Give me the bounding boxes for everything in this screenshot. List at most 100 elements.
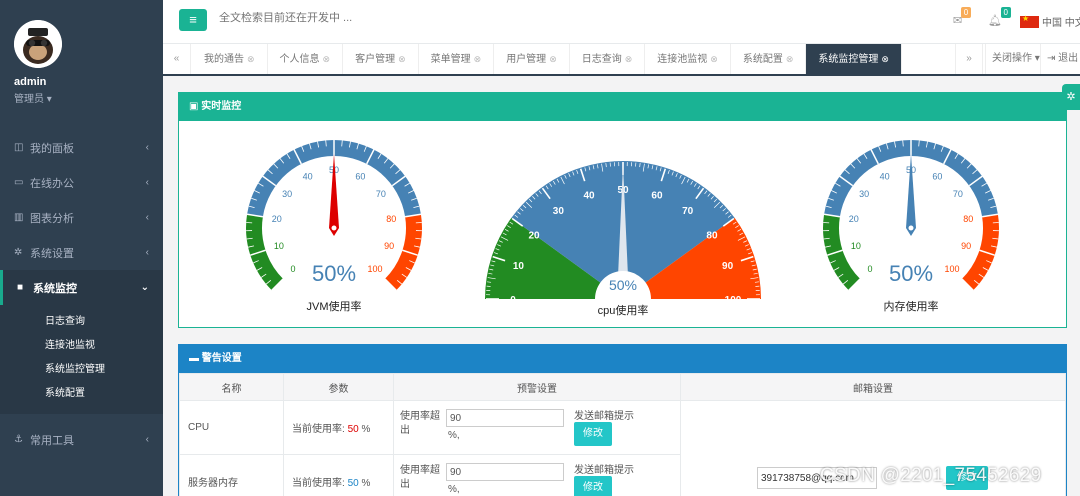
chevron-left-icon: ‹ [145,177,149,188]
avatar[interactable] [14,20,62,68]
close-tab-icon[interactable]: ⊗ [625,54,633,64]
gauge-value-text: 50% [312,261,356,286]
sidebar-item-monitor[interactable]: ■ 系统监控 ⌄ [0,270,163,305]
close-tab-icon[interactable]: ⊗ [474,54,482,64]
tab-list: 我的通告 ⊗ 个人信息 ⊗ 客户管理 ⊗ 菜单管理 ⊗ 用户管理 ⊗ 日志查询 ⊗ 连接池监… [192,44,902,74]
warn-label: 使用率超出 [400,465,440,490]
chevron-down-icon: ⌄ [140,282,149,293]
rss-icon: ▣ [189,101,199,112]
gauge-scale-label: 40 [303,171,313,181]
row-warning: 使用率超出 %, 发送邮箱提示 修改 [393,454,681,496]
usage-unit: % [361,478,371,489]
tab-config[interactable]: 系统配置 ⊗ [731,44,807,74]
table-row: CPU 当前使用率: 50 % 使用率超出 %, 发送邮箱提示 修改 [179,400,1066,496]
tab-profile[interactable]: 个人信息 ⊗ [268,44,344,74]
tab-label: 连接池监视 [657,54,708,65]
close-tab-icon[interactable]: ⊗ [247,54,255,64]
warn-percent: %, [448,484,460,495]
menu-toggle-button[interactable]: ≡ [179,9,207,31]
gauge-scale-label: 80 [706,230,718,241]
gauge-tick [605,163,607,168]
sidebar-subitem-config[interactable]: 系统配置 [0,382,163,406]
sidebar-item-tools[interactable]: ⚓ 常用工具 ‹ [0,422,163,457]
sidebar-item-settings[interactable]: ✲ 系统设置 ‹ [0,235,163,270]
sidebar-subitem-log[interactable]: 日志查询 [0,310,163,334]
gear-icon: ✲ [14,247,23,258]
sidebar-subitem-monitor-admin[interactable]: 系统监控管理 [0,358,163,382]
gauge-scale-label: 20 [849,214,859,224]
gauge-label: 内存使用率 [884,299,939,313]
edit-threshold-button[interactable]: 修改 [574,476,612,496]
gauge-scale-label: 70 [953,189,963,199]
columns-icon: ◫ [14,142,24,153]
china-flag-icon [1020,14,1039,28]
double-chevron-left-icon: « [173,53,180,64]
gauge-band-high [961,214,999,291]
row-param: 当前使用率: 50 % [283,400,394,455]
close-tab-icon[interactable]: ⊗ [323,54,331,64]
close-tab-icon[interactable]: ⊗ [881,54,889,64]
language-selector[interactable]: 中国 中文 [1020,14,1080,29]
top-bar: ≡ ✉ 0 🔔︎ 0 中国 中文 [163,0,1080,44]
tab-monitor-admin[interactable]: 系统监控管理 ⊗ [806,44,902,74]
gauge-label: cpu使用率 [598,303,649,317]
gauge-scale-label: 40 [583,190,595,201]
close-tab-icon[interactable]: ⊗ [786,54,794,64]
user-profile: admin 管理员 ▾ [0,0,163,112]
desktop-icon: ▭ [14,177,24,188]
send-email-label: 发送邮箱提示 [574,465,634,476]
table-header-row: 名称 参数 预警设置 邮箱设置 [179,373,1066,401]
gauge-scale-label: 70 [682,206,694,217]
sidebar-item-label: 系统设置 [30,247,74,260]
gear-icon: ✲ [1066,91,1076,103]
gauge-scale-label: 30 [859,189,869,199]
tabs-scroll-left-button[interactable]: « [163,44,191,74]
gauge-scale-label: 100 [944,264,959,274]
tab-logs[interactable]: 日志查询 ⊗ [570,44,646,74]
notifications-button[interactable]: 🔔︎ 0 [988,7,1011,27]
language-label: 中国 中文 [1042,18,1080,29]
panel-header: ▣ 实时监控 [179,93,1066,121]
close-operations-dropdown[interactable]: 关闭操作 ▾ [985,44,1046,74]
sidebar-item-charts[interactable]: ▥ 图表分析 ‹ [0,200,163,235]
gauge-needle-pivot [908,225,914,231]
threshold-input[interactable] [446,409,564,427]
tab-users[interactable]: 用户管理 ⊗ [494,44,570,74]
tabs-scroll-right-button[interactable]: » [955,44,983,74]
gauge-scale-label: 10 [513,261,525,272]
sidebar-subitem-pool[interactable]: 连接池监视 [0,334,163,358]
threshold-input[interactable] [446,463,564,481]
gauge-scale-label: 80 [386,214,396,224]
tab-pool[interactable]: 连接池监视 ⊗ [645,44,731,74]
param-label: 当前使用率: [292,424,345,435]
chevron-left-icon: ‹ [145,142,149,153]
sidebar-submenu: 日志查询 连接池监视 系统监控管理 系统配置 [0,305,163,414]
close-tab-icon[interactable]: ⊗ [398,54,406,64]
sidebar-item-dashboard[interactable]: ◫ 我的面板 ‹ [0,130,163,165]
gauge-scale-label: 0 [290,264,295,274]
search-input[interactable] [219,12,519,24]
messages-button[interactable]: ✉ 0 [953,7,972,27]
user-role-dropdown[interactable]: 管理员 ▾ [14,90,149,105]
gauge-scale-label: 10 [274,241,284,251]
gauge-tick [754,281,759,283]
tab-notices[interactable]: 我的通告 ⊗ [192,44,268,74]
usage-unit: % [361,424,371,435]
gauge-tick [639,163,641,168]
sidebar-item-label: 系统监控 [33,282,77,295]
edit-threshold-button[interactable]: 修改 [574,422,612,446]
caret-down-icon: ▾ [46,94,52,105]
tab-label: 系统监控管理 [818,54,879,65]
logout-button[interactable]: ⇥ 退出 [1040,44,1080,74]
tab-customers[interactable]: 客户管理 ⊗ [343,44,419,74]
close-tab-icon[interactable]: ⊗ [710,54,718,64]
gauge-tick [325,140,327,147]
close-tab-icon[interactable]: ⊗ [549,54,557,64]
row-param: 当前使用率: 50 % [283,454,394,496]
sidebar-item-office[interactable]: ▭ 在线办公 ‹ [0,165,163,200]
gauge-tick [487,281,492,283]
tab-menus[interactable]: 菜单管理 ⊗ [419,44,495,74]
gauges-area: 010203040506070809010050%JVM使用率010203040… [246,139,999,317]
gauge-band-low [823,214,861,291]
close-ops-label: 关闭操作 [992,53,1032,64]
